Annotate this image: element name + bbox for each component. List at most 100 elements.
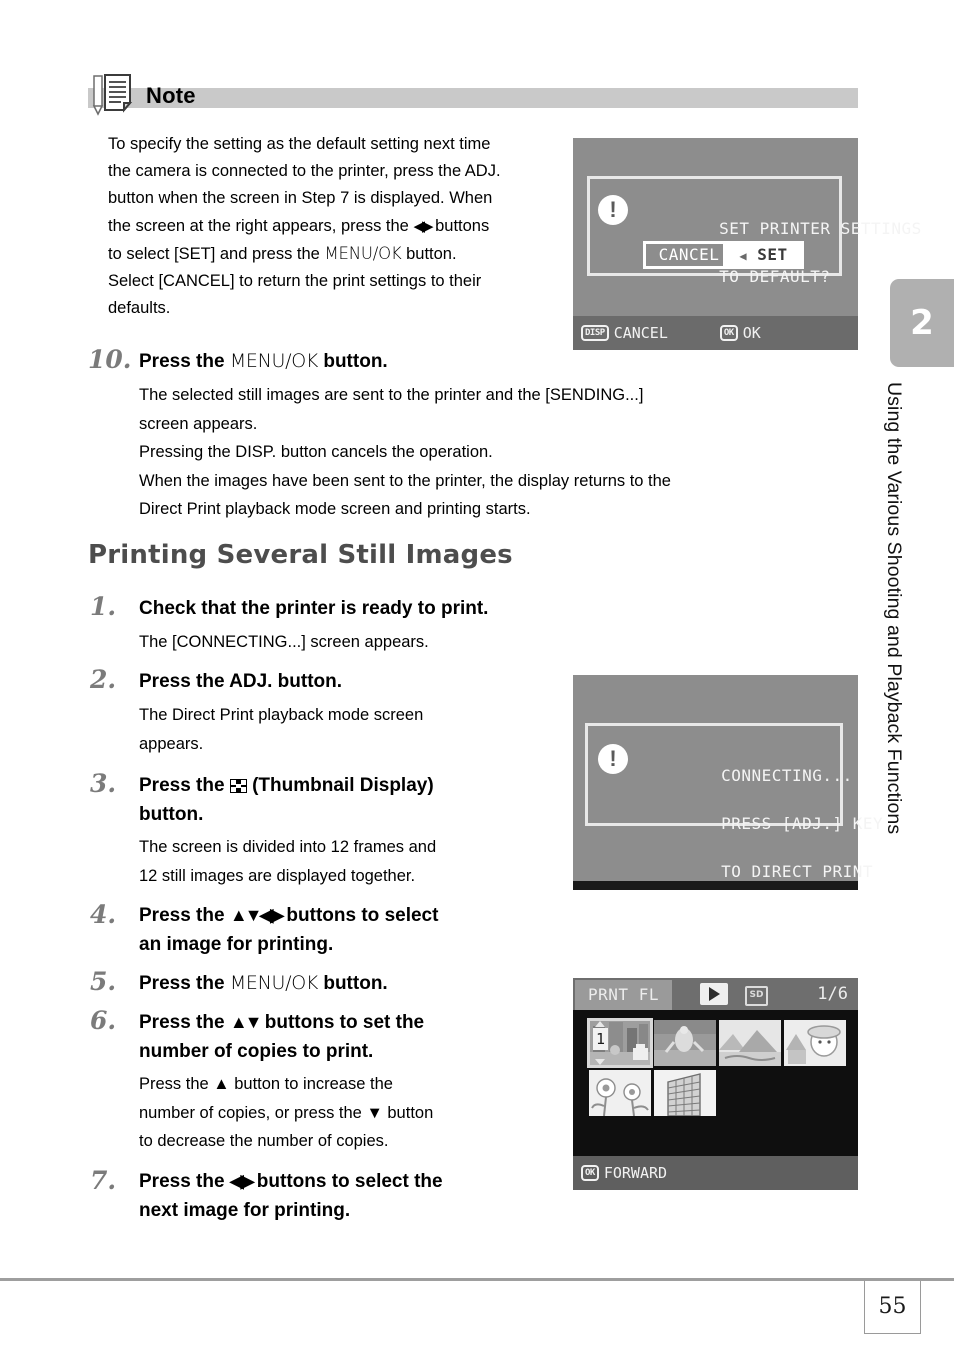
note-line-4b: buttons <box>430 216 490 235</box>
note-document-icon <box>90 72 138 116</box>
play-icon <box>700 983 728 1005</box>
note-body: To specify the setting as the default se… <box>108 131 560 322</box>
step-10-body-line-2: screen appears. <box>139 414 258 433</box>
step-7-title-a: Press the <box>139 1171 230 1192</box>
increase-copies-arrow-icon[interactable] <box>595 1021 605 1027</box>
decrease-copies-arrow-icon[interactable] <box>595 1059 605 1065</box>
dialog-set-option[interactable]: ◀ SET <box>723 241 804 269</box>
step-3-body-line-1: The screen is divided into 12 frames and <box>139 838 437 856</box>
step-10-body: The selected still images are sent to th… <box>139 381 859 524</box>
thumbnail-cell-5[interactable] <box>589 1070 651 1116</box>
step-4-title-b: buttons to select <box>281 905 439 926</box>
thumbnail-grid-header: PRNT FL SD 1/6 <box>573 978 858 1010</box>
step-5-number: 5. <box>90 967 117 996</box>
note-line-1: To specify the setting as the default se… <box>108 135 491 153</box>
step-7-title-line2: next image for printing. <box>139 1200 351 1221</box>
connecting-dialog: ! CONNECTING... PRESS [ADJ.] KEY TO DIRE… <box>585 723 883 881</box>
step-1-body: The [CONNECTING...] screen appears. <box>139 633 429 651</box>
thumbnail-cell-1[interactable]: 1 <box>587 1018 653 1068</box>
step-1-number: 1. <box>90 592 117 621</box>
step-10-title-a: Press the <box>139 351 230 372</box>
camera-screen-footer: DISP CANCEL OK OK <box>573 316 858 350</box>
connecting-line-2: PRESS [ADJ.] KEY <box>721 814 884 833</box>
step-7-title-b: buttons to select the <box>251 1171 443 1192</box>
step-3-title-a: Press the <box>139 775 230 796</box>
section-heading: Printing Several Still Images <box>88 540 513 570</box>
ok-keycap-icon: OK <box>719 325 738 341</box>
camera-screen-thumbnail-grid: PRNT FL SD 1/6 1 OK FORWARD <box>573 978 858 1190</box>
thumbnail-cell-4[interactable] <box>784 1020 846 1066</box>
step-7-title: Press the ◀▶ buttons to select the next … <box>139 1167 569 1225</box>
step-6-body-2b: button <box>382 1103 434 1122</box>
note-line-4a: the screen at the right appears, press t… <box>108 216 414 235</box>
chapter-number-tab: 2 <box>890 279 954 367</box>
step-6-title-b: buttons to set the <box>259 1012 425 1033</box>
step-5-title-b: button. <box>318 973 388 994</box>
step-6-title-a: Press the <box>139 1012 230 1033</box>
step-10-title: Press the MENU/OK button. <box>139 347 388 376</box>
step-5-title-a: Press the <box>139 973 230 994</box>
step-10-body-line-5: Direct Print playback mode screen and pr… <box>139 500 531 518</box>
note-line-2: the camera is connected to the printer, … <box>108 162 501 181</box>
step-3-body-line-2: 12 still images are displayed together. <box>139 866 416 885</box>
step-2-number: 2. <box>90 665 117 694</box>
four-way-arrows-icon: ▲▼◀▶ <box>229 905 284 925</box>
step-6-body-2a: number of copies, or press the <box>139 1103 367 1122</box>
menu-ok-label: MENU/OK <box>324 243 402 263</box>
step-10-body-line-4: When the images have been sent to the pr… <box>139 471 671 490</box>
print-mode-badge: PRNT FL <box>575 980 672 1010</box>
step-2-body: The Direct Print playback mode screen ap… <box>139 701 559 758</box>
step-5-title: Press the MENU/OK button. <box>139 969 388 998</box>
alert-exclamation-icon: ! <box>598 195 628 225</box>
step-4-title: Press the ▲▼◀▶ buttons to select an imag… <box>139 901 569 959</box>
chapter-title-vertical: Using the Various Shooting and Playback … <box>883 382 905 835</box>
thumbnail-display-icon <box>229 773 247 793</box>
note-header-bar <box>88 88 858 108</box>
note-line-5a: to select [SET] and press the <box>108 244 325 263</box>
thumbnail-grid-footer: OK FORWARD <box>573 1156 858 1190</box>
step-3-title-b: (Thumbnail Display) <box>246 775 434 796</box>
disp-keycap-icon: DISP <box>581 325 609 341</box>
dialog-line-2: TO DEFAULT? <box>719 267 831 286</box>
note-line-7: defaults. <box>108 299 171 318</box>
connecting-line-1: CONNECTING... <box>721 766 853 785</box>
step-4-number: 4. <box>90 900 117 929</box>
step-4-title-a: Press the <box>139 905 230 926</box>
menu-ok-label: MENU/OK <box>229 972 319 994</box>
ok-keycap-icon: OK <box>581 1165 599 1181</box>
connecting-line-3: TO DIRECT PRINT <box>721 862 874 881</box>
thumbnail-grid-body: 1 <box>573 1010 858 1156</box>
step-2-body-line-2: appears. <box>139 734 204 753</box>
step-6-title: Press the ▲▼ buttons to set the number o… <box>139 1008 569 1066</box>
dialog-line-1: SET PRINTER SETTINGS <box>719 219 922 238</box>
thumbnail-cell-6[interactable] <box>654 1070 716 1116</box>
footer-ok-label: OK <box>742 324 761 342</box>
note-line-3: button when the screen in Step 7 is disp… <box>108 189 493 208</box>
selection-cursor-icon: ◀ <box>739 249 748 263</box>
step-10-body-line-3: Pressing the DISP. button cancels the op… <box>139 443 493 461</box>
step-6-body-1b: button to increase the <box>229 1075 393 1093</box>
step-1-title: Check that the printer is ready to print… <box>139 598 489 619</box>
thumbnail-cell-3[interactable] <box>719 1020 781 1066</box>
step-3-number: 3. <box>90 769 117 798</box>
dialog-cancel-option[interactable]: CANCEL <box>643 241 735 269</box>
step-10-number: 10. <box>88 345 132 374</box>
left-right-arrows-icon: ◀▶ <box>413 217 433 235</box>
step-7-number: 7. <box>90 1166 117 1195</box>
step-10-title-b: button. <box>318 351 388 372</box>
step-10-body-line-1: The selected still images are sent to th… <box>139 386 644 404</box>
down-arrow-icon: ▼ <box>366 1103 383 1122</box>
thumbnail-cell-2[interactable] <box>654 1020 716 1066</box>
note-line-6: Select [CANCEL] to return the print sett… <box>108 272 482 291</box>
up-arrow-icon: ▲ <box>213 1075 230 1093</box>
printer-icon <box>633 1044 648 1060</box>
step-6-body-1a: Press the <box>139 1075 214 1093</box>
step-2-title: Press the ADJ. button. <box>139 671 343 692</box>
step-6-body: Press the ▲ button to increase the numbe… <box>139 1070 559 1156</box>
step-4-title-line2: an image for printing. <box>139 934 334 955</box>
step-3-title-line2: button. <box>139 804 204 825</box>
page-counter: 1/6 <box>817 984 848 1004</box>
step-6-body-line-3: to decrease the number of copies. <box>139 1132 389 1150</box>
footer-cancel-label: CANCEL <box>613 324 668 342</box>
camera-screen-bottom-strip <box>573 881 858 890</box>
